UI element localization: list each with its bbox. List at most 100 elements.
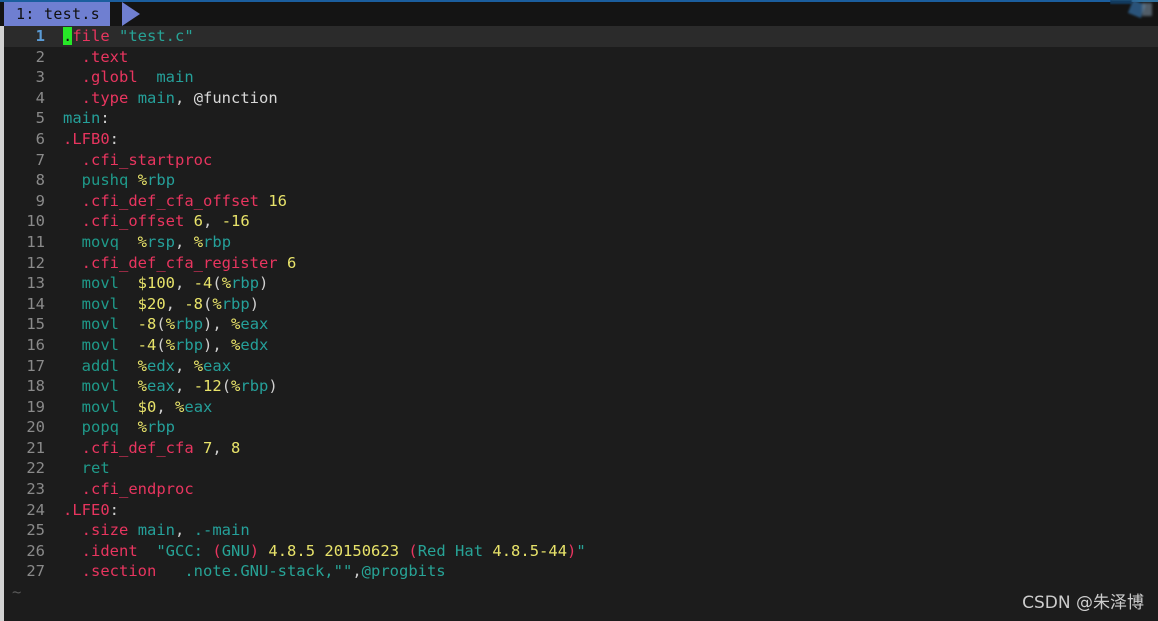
code-line[interactable]: 24 .LFE0: — [4, 500, 1158, 521]
code-token: ret — [81, 459, 110, 478]
line-number: 4 — [35, 88, 45, 107]
code-token: .cfi_offset — [81, 212, 185, 231]
line-text: popq %rbp — [45, 417, 1158, 438]
line-number: 18 — [26, 377, 45, 396]
line-number: 20 — [26, 418, 45, 437]
line-text: .text — [45, 47, 1158, 68]
code-token: , — [203, 212, 222, 231]
code-line[interactable]: 4 .type main, @function — [4, 88, 1158, 109]
window-top-border — [0, 0, 1158, 2]
line-text: movl -8(%rbp), %eax — [45, 314, 1158, 335]
code-line[interactable]: 20 popq %rbp — [4, 417, 1158, 438]
line-number: 8 — [35, 171, 45, 190]
code-token: .type — [81, 88, 129, 107]
code-token: -8 — [137, 315, 157, 334]
line-number: 6 — [35, 129, 45, 148]
code-line[interactable]: 21 .cfi_def_cfa 7, 8 — [4, 438, 1158, 459]
code-line[interactable]: 26 .ident "GCC: (GNU) 4.8.5 20150623 (Re… — [4, 541, 1158, 562]
code-line[interactable]: 8 pushq %rbp — [4, 170, 1158, 191]
line-text: movl $100, -4(%rbp) — [45, 273, 1158, 294]
code-token: rbp — [147, 171, 176, 190]
code-line[interactable]: 16 movl -4(%rbp), %edx — [4, 335, 1158, 356]
left-edge-strip — [0, 26, 4, 621]
code-token: % — [137, 377, 148, 396]
code-token: rbp — [175, 335, 204, 354]
code-token: , — [175, 274, 194, 293]
line-text: .cfi_def_cfa_offset 16 — [45, 191, 1158, 212]
code-line[interactable]: 17 addl %edx, %eax — [4, 356, 1158, 377]
code-token: rbp — [231, 274, 260, 293]
code-line[interactable]: 19 movl $0, %eax — [4, 397, 1158, 418]
code-line[interactable]: 27 .section .note.GNU-stack,"",@progbits — [4, 561, 1158, 582]
code-line[interactable]: 6 .LFB0: — [4, 129, 1158, 150]
code-token: 6 — [193, 212, 204, 231]
line-text: movl $20, -8(%rbp) — [45, 294, 1158, 315]
code-line[interactable]: 2 .text — [4, 47, 1158, 68]
code-token: edx — [240, 335, 269, 354]
artifact-blob-gray — [1142, 3, 1152, 16]
code-token: .LFB0 — [63, 129, 110, 148]
code-token: 16 — [268, 191, 287, 210]
code-line[interactable]: 15 movl -8(%rbp), %eax — [4, 314, 1158, 335]
code-line[interactable]: 22 ret — [4, 458, 1158, 479]
line-number: 26 — [26, 541, 45, 560]
code-token: rbp — [147, 418, 176, 437]
line-number: 24 — [26, 500, 45, 519]
code-token: movq — [81, 232, 119, 251]
code-token: ) — [249, 541, 260, 560]
code-token: addl — [81, 356, 119, 375]
code-line[interactable]: 1 .file "test.c" — [4, 26, 1158, 47]
code-line[interactable]: 23 .cfi_endproc — [4, 479, 1158, 500]
code-token: % — [221, 274, 232, 293]
line-text: .LFE0: — [45, 500, 1158, 521]
line-number: 22 — [26, 459, 45, 478]
code-line[interactable]: 10 .cfi_offset 6, -16 — [4, 211, 1158, 232]
code-line[interactable]: 7 .cfi_startproc — [4, 150, 1158, 171]
code-token: ) — [249, 294, 260, 313]
code-token: .ident — [81, 541, 138, 560]
code-token: % — [137, 356, 148, 375]
code-token: $0 — [137, 397, 157, 416]
code-token: .LFE0 — [63, 500, 110, 519]
code-token: , — [175, 356, 194, 375]
code-line[interactable]: 25 .size main, .-main — [4, 520, 1158, 541]
code-line[interactable]: 3 .globl main — [4, 67, 1158, 88]
code-line[interactable]: 13 movl $100, -4(%rbp) — [4, 273, 1158, 294]
code-token: ) — [567, 541, 577, 560]
code-token: pushq — [81, 171, 129, 190]
code-token: $100 — [137, 274, 175, 293]
code-token: main — [156, 68, 194, 87]
code-token: $20 — [137, 294, 166, 313]
line-text: .cfi_endproc — [45, 479, 1158, 500]
line-text: .cfi_def_cfa_register 6 — [45, 253, 1158, 274]
code-editor[interactable]: 1 .file "test.c" 2 .text 3 .globl main 4 .ty… — [4, 26, 1158, 621]
code-token: % — [165, 315, 176, 334]
code-line[interactable]: 14 movl $20, -8(%rbp) — [4, 294, 1158, 315]
code-line[interactable]: 5 main: — [4, 108, 1158, 129]
code-token: movl — [81, 294, 119, 313]
code-token: .cfi_def_cfa_register — [81, 253, 278, 272]
code-line[interactable]: 12 .cfi_def_cfa_register 6 — [4, 253, 1158, 274]
code-line[interactable]: 11 movq %rsp, %rbp — [4, 232, 1158, 253]
code-token: movl — [81, 274, 119, 293]
code-token: rbp — [221, 294, 250, 313]
code-token: 7 — [203, 438, 213, 457]
tab-test-s[interactable]: 1: test.s — [4, 2, 110, 26]
code-line[interactable]: 18 movl %eax, -12(%rbp) — [4, 376, 1158, 397]
code-line[interactable]: 9 .cfi_def_cfa_offset 16 — [4, 191, 1158, 212]
